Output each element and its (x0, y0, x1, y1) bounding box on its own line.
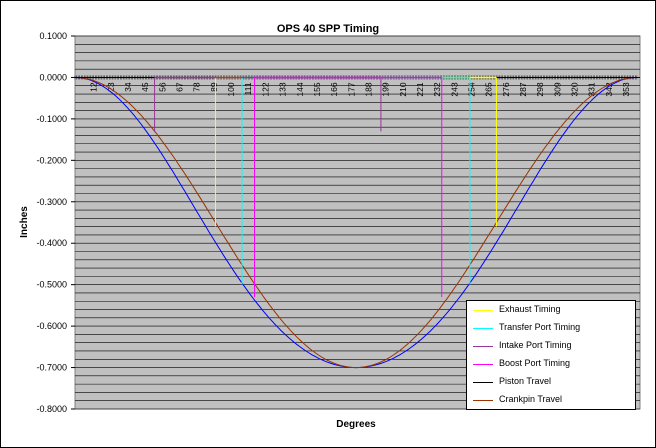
y-tick-label: -0.2000 (36, 155, 67, 165)
y-tick-label: -0.7000 (36, 363, 67, 373)
legend-item-transfer: Transfer Port Timing (473, 321, 633, 337)
y-tick-label: 0.0000 (39, 72, 67, 82)
x-tick-label: 232 (432, 82, 442, 96)
legend-label-intake: Intake Port Timing (499, 340, 572, 350)
legend-item-crankpin: Crankpin Travel (473, 393, 633, 409)
x-axis-label: Degrees (336, 419, 376, 430)
x-tick-label: 353 (621, 82, 631, 96)
x-tick-label: 221 (415, 82, 425, 96)
y-tick-label: -0.6000 (36, 321, 67, 331)
x-tick-label: 155 (312, 82, 322, 96)
legend-swatch-crankpin (473, 400, 493, 401)
x-tick-label: 210 (398, 82, 408, 96)
legend-swatch-exhaust (473, 310, 493, 311)
x-tick-label: 45 (140, 82, 150, 92)
legend-item-piston: Piston Travel (473, 375, 633, 391)
legend-item-boost: Boost Port Timing (473, 357, 633, 373)
legend-label-crankpin: Crankpin Travel (499, 394, 563, 404)
x-tick-label: 100 (226, 82, 236, 96)
x-tick-label: 78 (192, 82, 202, 92)
legend-label-exhaust: Exhaust Timing (499, 304, 561, 314)
y-axis-label: Inches (19, 206, 30, 238)
chart-title: OPS 40 SPP Timing (277, 23, 379, 35)
legend-label-piston: Piston Travel (499, 376, 552, 386)
legend-swatch-boost (473, 364, 493, 365)
y-tick-label: 0.1000 (39, 31, 67, 41)
x-tick-label: 331 (587, 82, 597, 96)
x-tick-label: 188 (363, 82, 373, 96)
y-tick-label: -0.8000 (36, 404, 67, 414)
x-tick-label: 133 (278, 82, 288, 96)
legend-item-exhaust: Exhaust Timing (473, 303, 633, 319)
y-tick-label: -0.3000 (36, 197, 67, 207)
x-tick-label: 199 (381, 82, 391, 96)
x-tick-label: 89 (209, 82, 219, 92)
x-tick-label: 177 (346, 82, 356, 96)
x-tick-label: 309 (552, 82, 562, 96)
legend-label-boost: Boost Port Timing (499, 358, 571, 368)
x-tick-label: 67 (175, 82, 185, 92)
x-tick-label: 298 (535, 82, 545, 96)
legend: Exhaust Timing Transfer Port Timing Inta… (466, 300, 636, 410)
legend-item-intake: Intake Port Timing (473, 339, 633, 355)
legend-swatch-intake (473, 346, 493, 347)
y-tick-label: -0.1000 (36, 114, 67, 124)
y-tick-label: -0.5000 (36, 280, 67, 290)
x-tick-label: 111 (243, 82, 253, 95)
x-tick-label: 320 (569, 82, 579, 96)
x-tick-label: 122 (260, 82, 270, 96)
x-tick-label: 276 (501, 82, 511, 96)
legend-label-transfer: Transfer Port Timing (499, 322, 581, 332)
x-tick-label: 243 (449, 82, 459, 96)
x-tick-label: 144 (295, 82, 305, 96)
x-tick-label: 287 (518, 82, 528, 96)
x-tick-label: 166 (329, 82, 339, 96)
x-tick-label: 12 (89, 82, 99, 92)
y-tick-label: -0.4000 (36, 238, 67, 248)
legend-swatch-piston (473, 382, 493, 383)
x-tick-label: 254 (466, 82, 476, 96)
x-tick-label: 34 (123, 82, 133, 92)
x-tick-label: 265 (484, 82, 494, 96)
y-axis: 0.1000 0.0000 -0.1000 -0.2000 -0.3000 -0.4000… (36, 31, 75, 414)
legend-swatch-transfer (473, 328, 493, 329)
x-tick-label: 56 (157, 82, 167, 92)
chart-frame: OPS 40 SPP Timing 0.1000 0.0000 -0.1000 -0.… (0, 0, 656, 448)
